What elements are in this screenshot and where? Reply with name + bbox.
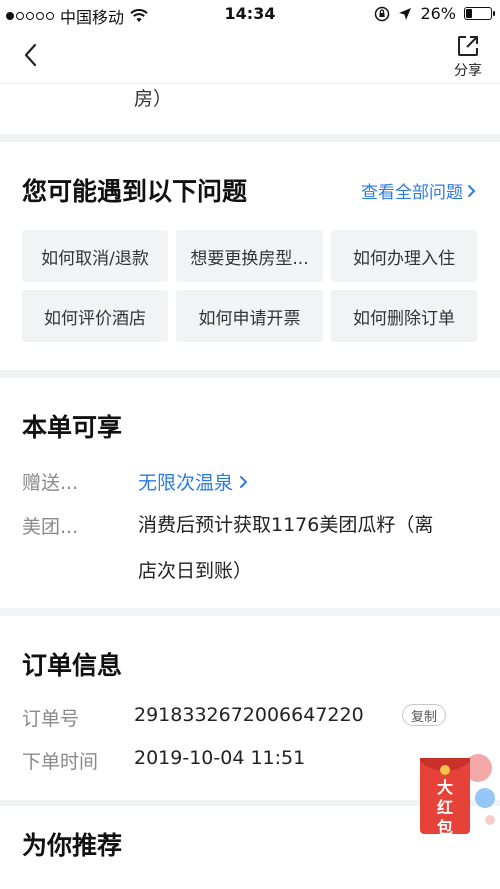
faq-item[interactable]: 想要更换房型... — [176, 230, 323, 282]
hot-spring-link[interactable]: 无限次温泉 — [138, 468, 478, 495]
faq-grid: 如何取消/退款 想要更换房型... 如何办理入住 如何评价酒店 如何申请开票 如… — [22, 230, 479, 342]
meituan-label: 美团... — [22, 516, 79, 538]
chevron-left-icon — [24, 43, 37, 67]
status-bar: 中国移动 14:34 26% — [0, 0, 500, 28]
benefits-card: 本单可享 赠送... 无限次温泉 美团... 消费后预计获取1176美团瓜籽（离… — [0, 378, 500, 608]
truncated-text: 房） — [134, 88, 173, 110]
share-label: 分享 — [454, 63, 482, 79]
benefits-title: 本单可享 — [22, 413, 123, 442]
faq-item[interactable]: 如何办理入住 — [331, 230, 477, 282]
previous-section-card: 房） — [0, 84, 500, 134]
order-time-label: 下单时间 — [22, 751, 99, 773]
share-icon — [458, 36, 478, 56]
faq-item[interactable]: 如何删除订单 — [331, 290, 477, 342]
rotation-lock-icon — [375, 6, 390, 21]
battery-icon — [464, 7, 495, 20]
faq-card: 您可能遇到以下问题 查看全部问题 如何取消/退款 想要更换房型... 如何办理入… — [0, 142, 500, 370]
copy-button[interactable]: 复制 — [402, 704, 447, 726]
see-all-questions-link[interactable]: 查看全部问题 — [361, 178, 476, 203]
gift-label: 赠送... — [22, 472, 79, 494]
back-button[interactable] — [16, 40, 46, 70]
red-packet-char-3: 包 — [436, 818, 453, 837]
red-packet-button[interactable]: 大 红 包 — [414, 748, 500, 840]
faq-item[interactable]: 如何申请开票 — [176, 290, 323, 342]
order-time-value: 2019-10-04 11:51 — [134, 747, 306, 769]
meituan-reward-text: 消费后预计获取1176美团瓜籽（离 店次日到账） — [138, 502, 478, 594]
red-packet-text: 大 红 包 — [420, 778, 470, 838]
chevron-right-icon — [468, 184, 476, 197]
location-arrow-icon — [399, 7, 412, 20]
hot-spring-label: 无限次温泉 — [138, 472, 234, 494]
share-button[interactable]: 分享 — [450, 34, 486, 80]
see-all-label: 查看全部问题 — [361, 183, 463, 203]
battery-percent: 26% — [420, 4, 456, 23]
recommend-title: 为你推荐 — [22, 831, 123, 860]
red-packet-char-1: 大 — [436, 778, 453, 797]
nav-bar: 分享 — [0, 28, 500, 84]
red-packet-char-2: 红 — [436, 798, 453, 817]
order-no-value: 2918332672006647220 — [134, 704, 364, 726]
faq-item[interactable]: 如何取消/退款 — [22, 230, 168, 282]
reward-line-2: 店次日到账） — [138, 560, 253, 582]
faq-item[interactable]: 如何评价酒店 — [22, 290, 168, 342]
battery-fill — [466, 9, 472, 18]
reward-line-1: 消费后预计获取1176美团瓜籽（离 — [138, 514, 434, 536]
order-no-label: 订单号 — [22, 708, 80, 730]
status-right: 26% — [374, 4, 495, 23]
chevron-right-icon — [240, 475, 248, 488]
faq-title: 您可能遇到以下问题 — [22, 177, 248, 206]
order-info-title: 订单信息 — [22, 651, 123, 680]
